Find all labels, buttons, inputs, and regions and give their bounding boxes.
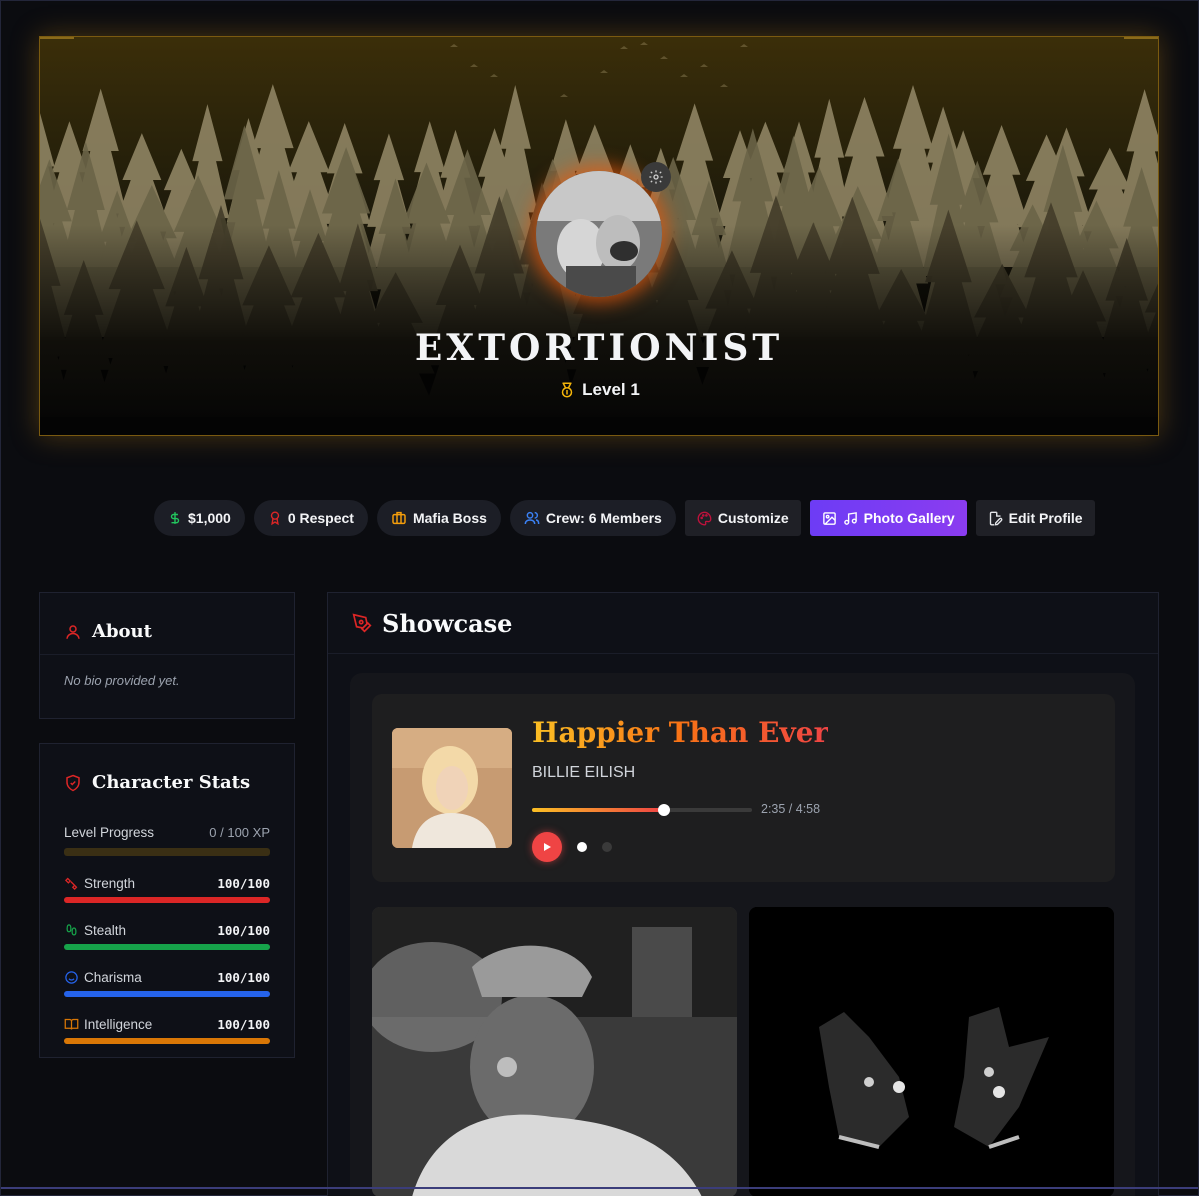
stat-value: 100/100 [217, 876, 270, 891]
gear-icon [649, 170, 663, 184]
footprints-icon [66, 924, 77, 936]
book-icon [64, 1018, 79, 1030]
stat-bar-fill [64, 991, 270, 997]
stat-stealth: Stealth 100/100 [64, 923, 270, 950]
track-progress-fill [532, 808, 664, 812]
stat-bar [64, 944, 270, 950]
respect-pill: 0 Respect [253, 500, 368, 536]
stat-intelligence: Intelligence 100/100 [64, 1017, 270, 1044]
track-progress-handle[interactable] [658, 804, 670, 816]
character-stats-card: Character Stats Level Progress 0 / 100 X… [39, 743, 295, 1058]
users-icon [524, 511, 540, 525]
profile-banner: EXTORTIONIST Level 1 [39, 36, 1159, 436]
showcase-title: Showcase [382, 608, 513, 638]
customize-button[interactable]: Customize [684, 500, 801, 536]
level-progress-label: Level Progress [64, 825, 155, 840]
avatar-settings-button[interactable] [641, 162, 671, 192]
photo-gallery-button[interactable]: Photo Gallery [809, 500, 967, 536]
award-icon [270, 511, 280, 526]
about-title: About [92, 621, 152, 642]
edit-profile-button[interactable]: Edit Profile [975, 500, 1095, 536]
rank-pill: Mafia Boss [376, 500, 501, 536]
stat-strength: Strength 100/100 [64, 876, 270, 903]
image-icon [822, 511, 836, 525]
briefcase-icon [392, 511, 406, 525]
carousel-dot-active[interactable] [577, 842, 587, 852]
album-cover [392, 728, 512, 848]
medal-icon [561, 382, 573, 398]
carousel-dot[interactable] [602, 842, 612, 852]
track-progress-bar[interactable] [532, 804, 752, 816]
music-player: Happier Than Ever BILLIE EILISH 2:35 / 4… [372, 694, 1115, 882]
artist-name: BILLIE EILISH [532, 764, 636, 781]
stat-bar-fill [64, 897, 270, 903]
level-progress-value: 0 / 100 XP [209, 825, 270, 840]
stat-label: Intelligence [84, 1017, 153, 1032]
play-button[interactable] [532, 832, 562, 862]
level-progress-bar [64, 848, 270, 856]
gallery-photo-2[interactable] [749, 907, 1114, 1196]
username-title: EXTORTIONIST [414, 327, 784, 369]
shield-icon [66, 774, 80, 791]
profile-stat-pills: $1,000 0 Respect Mafia Boss Crew: 6 Memb… [154, 500, 1095, 536]
song-title: Happier Than Ever [532, 716, 829, 749]
stat-label: Strength [84, 876, 136, 891]
stat-value: 100/100 [217, 923, 270, 938]
stat-bar [64, 1038, 270, 1044]
palette-icon [697, 511, 712, 525]
stat-bar [64, 991, 270, 997]
stats-title: Character Stats [92, 772, 251, 793]
money-pill: $1,000 [154, 500, 245, 536]
smile-icon [65, 971, 78, 984]
level-label: Level 1 [582, 380, 640, 399]
music-icon [843, 511, 857, 525]
stat-value: 100/100 [217, 1017, 270, 1032]
level-progress: Level Progress 0 / 100 XP [64, 825, 270, 856]
stat-value: 100/100 [217, 970, 270, 985]
pen-tool-icon [352, 613, 372, 633]
level-badge: Level 1 [40, 380, 1158, 400]
gallery-photo-1[interactable] [372, 907, 737, 1196]
crew-pill: Crew: 6 Members [509, 500, 676, 536]
stat-label: Charisma [84, 970, 142, 985]
dumbbell-icon [64, 877, 78, 891]
track-time: 2:35 / 4:58 [761, 802, 821, 816]
stat-label: Stealth [84, 923, 127, 938]
user-icon [66, 624, 80, 639]
play-icon [544, 843, 551, 851]
stat-bar-fill [64, 1038, 270, 1044]
about-card: About No bio provided yet. [39, 592, 295, 719]
stat-bar [64, 897, 270, 903]
bio-text: No bio provided yet. [64, 673, 180, 688]
dollar-icon [170, 512, 180, 524]
avatar [536, 171, 662, 297]
file-edit-icon [989, 511, 1003, 526]
stat-charisma: Charisma 100/100 [64, 970, 270, 997]
stat-bar-fill [64, 944, 270, 950]
